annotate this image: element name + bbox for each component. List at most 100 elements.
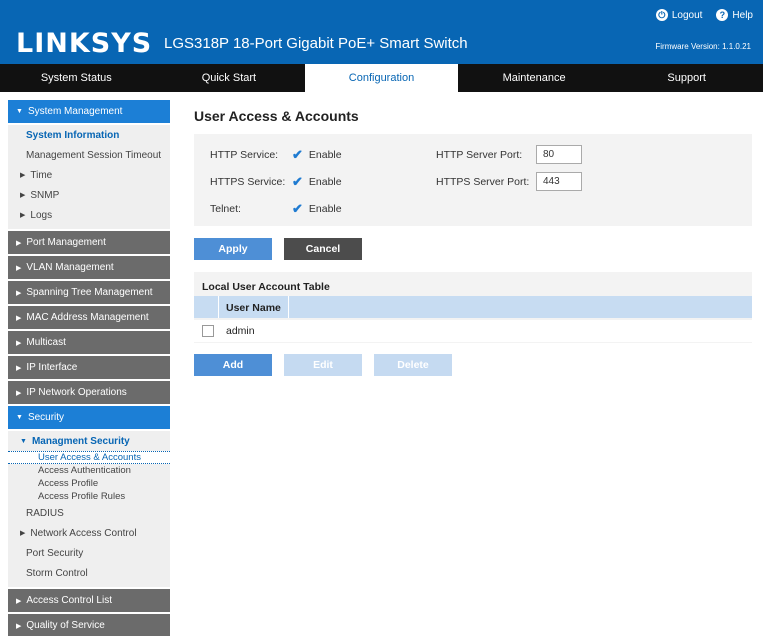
https-port-input[interactable]: 443 (536, 172, 582, 191)
sidebar-item-session-timeout[interactable]: Management Session Timeout (8, 145, 170, 165)
top-links: ⏻ Logout ? Help (655, 9, 753, 21)
caret-down-icon: ▼ (16, 414, 23, 421)
row-select-checkbox[interactable] (202, 325, 214, 337)
caret-right-icon: ▶ (20, 530, 26, 537)
sidebar-label: Network Access Control (30, 527, 137, 539)
table-buttons: Add Edit Delete (194, 354, 754, 376)
header-bar: LINKSYS LGS318P 18-Port Gigabit PoE+ Sma… (0, 0, 763, 64)
help-label: Help (732, 9, 753, 21)
sidebar-label: Spanning Tree Management (26, 287, 153, 298)
sidebar-item-logs[interactable]: ▶ Logs (8, 205, 170, 225)
sidebar-ip-interface[interactable]: ▶ IP Interface (8, 356, 170, 379)
sidebar-label: VLAN Management (26, 262, 114, 273)
https-service-label: HTTPS Service: (210, 176, 286, 188)
sidebar-item-time[interactable]: ▶ Time (8, 165, 170, 185)
column-divider (218, 296, 219, 318)
edit-button[interactable]: Edit (284, 354, 362, 376)
http-enable-checkbox[interactable]: ✔ Enable (292, 147, 342, 163)
firmware-version: Firmware Version: 1.1.0.21 (655, 42, 751, 51)
form-buttons: Apply Cancel (194, 238, 754, 260)
caret-right-icon: ▶ (20, 212, 26, 219)
sidebar-vlan-management[interactable]: ▶ VLAN Management (8, 256, 170, 279)
sidebar-label: Security (27, 412, 65, 423)
caret-right-icon: ▶ (16, 264, 22, 272)
column-divider (288, 296, 289, 318)
checkmark-icon: ✔ (292, 201, 303, 216)
sidebar-label: IP Network Operations (26, 387, 127, 398)
caret-right-icon: ▶ (20, 192, 26, 199)
user-account-table: Local User Account Table User Name admin (194, 272, 752, 343)
tab-configuration[interactable]: Configuration (305, 64, 458, 92)
sidebar-item-snmp[interactable]: ▶ SNMP (8, 185, 170, 205)
https-port-label: HTTPS Server Port: (436, 176, 530, 188)
sidebar-qos[interactable]: ▶ Quality of Service (8, 614, 170, 636)
sidebar-item-access-profile[interactable]: Access Profile (8, 477, 170, 490)
sidebar-system-management[interactable]: ▼ System Management (8, 100, 170, 123)
tab-quick-start[interactable]: Quick Start (153, 64, 306, 92)
telnet-enable-checkbox[interactable]: ✔ Enable (292, 201, 342, 217)
table-title: Local User Account Table (202, 281, 330, 293)
add-button[interactable]: Add (194, 354, 272, 376)
column-user-name: User Name (226, 302, 281, 314)
caret-right-icon: ▶ (16, 622, 22, 630)
sidebar-label: Port Management (26, 237, 106, 248)
sidebar-item-access-auth[interactable]: Access Authentication (8, 464, 170, 477)
delete-button[interactable]: Delete (374, 354, 452, 376)
telnet-label: Telnet: (210, 203, 241, 215)
caret-down-icon: ▼ (20, 437, 27, 445)
caret-down-icon: ▼ (16, 108, 23, 115)
power-icon: ⏻ (655, 9, 668, 21)
help-icon: ? (716, 9, 729, 21)
page-title: User Access & Accounts (194, 108, 359, 124)
caret-right-icon: ▶ (16, 239, 22, 247)
sidebar-item-system-information[interactable]: System Information (8, 125, 170, 145)
sidebar-label: Access Control List (26, 595, 112, 606)
enable-label: Enable (308, 203, 342, 215)
user-name-cell: admin (226, 325, 255, 337)
logout-link[interactable]: ⏻ Logout (655, 9, 703, 21)
sidebar-security[interactable]: ▼ Security (8, 406, 170, 429)
sidebar-label: Time (30, 169, 53, 181)
sidebar-ip-network[interactable]: ▶ IP Network Operations (8, 381, 170, 404)
cancel-button[interactable]: Cancel (284, 238, 362, 260)
sidebar-item-storm-control[interactable]: Storm Control (8, 563, 170, 583)
http-port-input[interactable]: 80 (536, 145, 582, 164)
enable-label: Enable (308, 149, 342, 161)
sidebar-port-management[interactable]: ▶ Port Management (8, 231, 170, 254)
caret-right-icon: ▶ (16, 289, 22, 297)
sidebar-label: Logs (30, 209, 53, 221)
linksys-logo: LINKSYS (16, 28, 153, 59)
http-service-label: HTTP Service: (210, 149, 279, 161)
sidebar-item-radius[interactable]: RADIUS (8, 503, 170, 523)
sidebar-label: SNMP (30, 189, 60, 201)
http-port-label: HTTP Server Port: (436, 149, 523, 161)
service-settings: HTTP Service: ✔ Enable HTTPS Service: ✔ … (194, 134, 752, 226)
sidebar-mac-address[interactable]: ▶ MAC Address Management (8, 306, 170, 329)
help-link[interactable]: ? Help (716, 9, 753, 21)
sidebar-label: MAC Address Management (26, 312, 149, 323)
sidebar-spanning-tree[interactable]: ▶ Spanning Tree Management (8, 281, 170, 304)
logout-label: Logout (671, 9, 703, 21)
sidebar-acl[interactable]: ▶ Access Control List (8, 589, 170, 612)
caret-right-icon: ▶ (16, 389, 22, 397)
sidebar-item-mgmt-security[interactable]: ▼ Managment Security (8, 431, 170, 451)
sidebar-label: Quality of Service (26, 620, 105, 631)
tab-support[interactable]: Support (610, 64, 763, 92)
caret-right-icon: ▶ (16, 597, 22, 605)
sidebar-item-port-security[interactable]: Port Security (8, 543, 170, 563)
tab-maintenance[interactable]: Maintenance (458, 64, 611, 92)
sidebar-label: Managment Security (31, 435, 130, 447)
enable-label: Enable (308, 176, 342, 188)
main-nav: System Status Quick Start Configuration … (0, 64, 763, 92)
https-enable-checkbox[interactable]: ✔ Enable (292, 174, 342, 190)
sidebar-item-user-access[interactable]: User Access & Accounts (8, 451, 170, 464)
sidebar-item-network-access[interactable]: ▶ Network Access Control (8, 523, 170, 543)
sidebar-label: IP Interface (26, 362, 78, 373)
tab-system-status[interactable]: System Status (0, 64, 153, 92)
table-row[interactable]: admin (194, 320, 752, 342)
sidebar-group-system: System Information Management Session Ti… (8, 125, 170, 229)
sidebar-multicast[interactable]: ▶ Multicast (8, 331, 170, 354)
table-header: User Name (194, 296, 752, 318)
apply-button[interactable]: Apply (194, 238, 272, 260)
sidebar-item-access-profile-rules[interactable]: Access Profile Rules (8, 490, 170, 503)
